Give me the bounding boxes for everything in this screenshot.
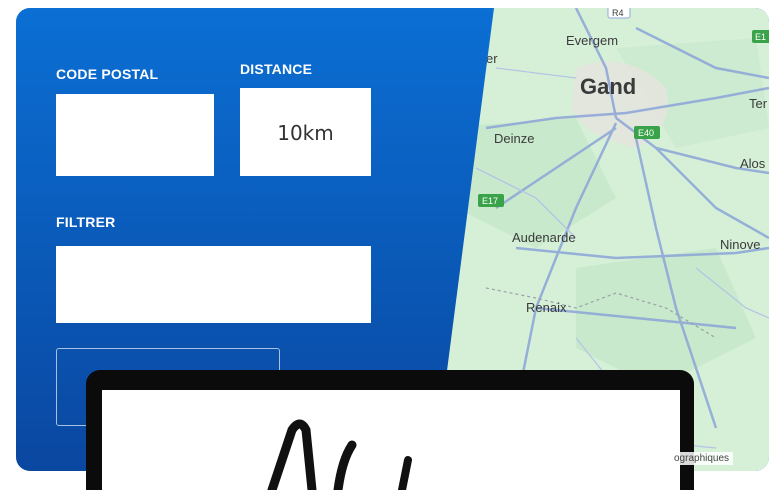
distance-select[interactable]: 10km [240, 88, 371, 176]
filter-input[interactable] [56, 246, 371, 323]
postal-code-label: CODE POSTAL [56, 66, 159, 82]
handwritten-logo [267, 419, 412, 490]
filter-label: FILTRER [56, 214, 116, 230]
laptop-mockup [86, 370, 694, 490]
map-attribution: ographiques [670, 452, 734, 465]
distance-label: DISTANCE [240, 61, 313, 77]
distance-value: 10km [277, 121, 334, 145]
laptop-screen [102, 390, 680, 490]
postal-code-input[interactable] [56, 94, 214, 176]
